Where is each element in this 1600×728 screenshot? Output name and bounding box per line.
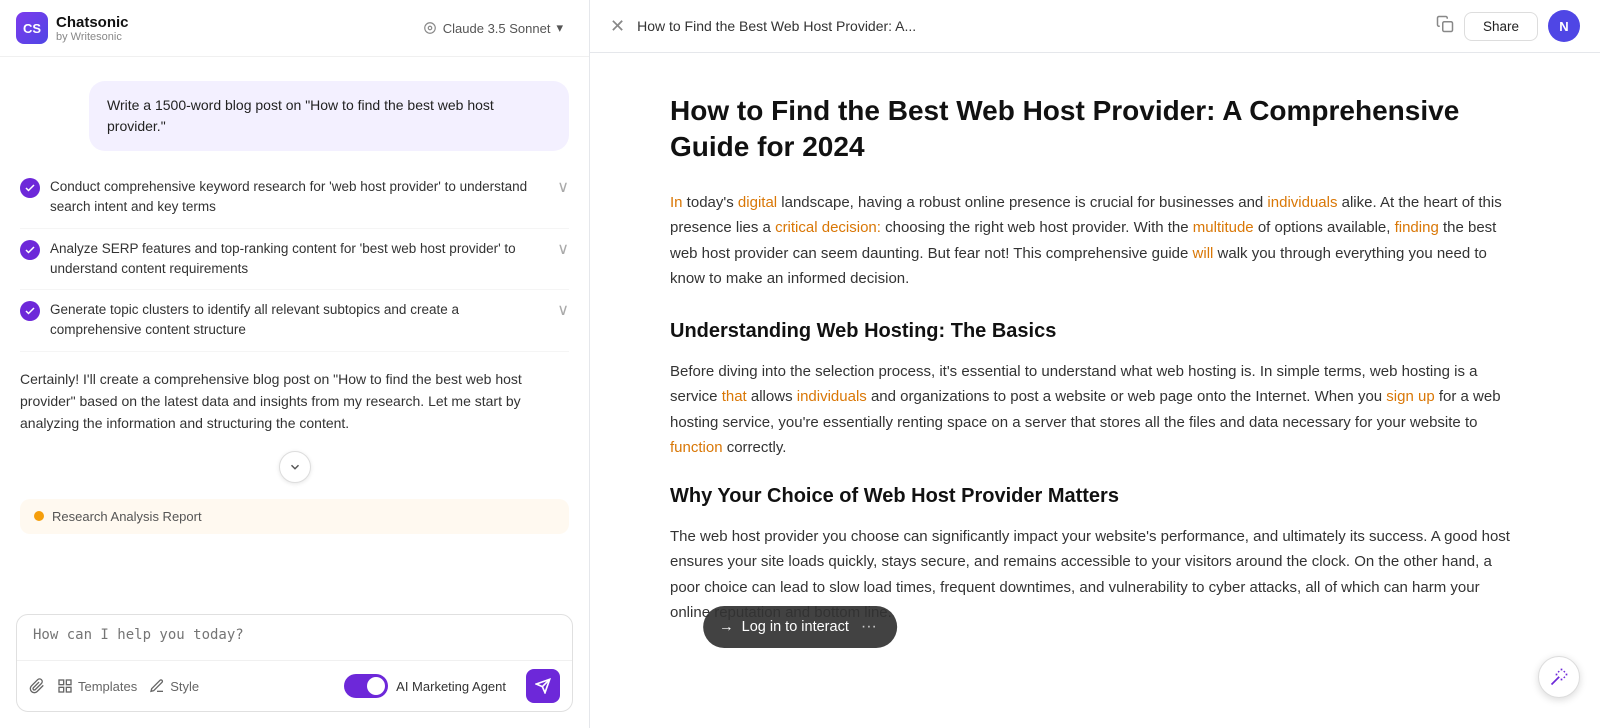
task-text-3: Generate topic clusters to identify all … <box>50 300 547 341</box>
input-actions: Templates Style AI Marketing Agent <box>17 660 572 711</box>
login-overlay: → Log in to interact ··· <box>703 606 897 648</box>
templates-icon <box>57 678 73 694</box>
doc-tab-title: How to Find the Best Web Host Provider: … <box>637 18 1424 34</box>
doc-actions: Share N <box>1436 10 1580 42</box>
chat-area: Write a 1500-word blog post on "How to f… <box>0 57 589 604</box>
login-button[interactable]: → Log in to interact <box>719 619 849 635</box>
task-check-1 <box>20 178 40 198</box>
model-name: Claude 3.5 Sonnet <box>443 21 551 36</box>
task-check-2 <box>20 240 40 260</box>
research-card-label: Research Analysis Report <box>52 509 202 524</box>
chat-input[interactable] <box>17 615 572 655</box>
brand-sub: by Writesonic <box>56 31 129 43</box>
more-dots: ··· <box>861 618 877 635</box>
ai-agent-toggle[interactable] <box>344 674 388 698</box>
check-icon-2 <box>24 244 36 256</box>
doc-close-button[interactable]: ✕ <box>610 16 625 37</box>
model-icon <box>423 21 437 35</box>
task-check-3 <box>20 301 40 321</box>
doc-header: ✕ How to Find the Best Web Host Provider… <box>590 0 1600 53</box>
brand-initials: CS <box>23 21 41 36</box>
ai-response-text: Certainly! I'll create a comprehensive b… <box>20 371 522 432</box>
doc-section1-h2: Understanding Web Hosting: The Basics <box>670 320 1520 343</box>
style-icon <box>149 678 165 694</box>
input-bar: Templates Style AI Marketing Agent <box>0 604 589 728</box>
share-label: Share <box>1483 19 1519 34</box>
toggle-label: AI Marketing Agent <box>396 679 506 694</box>
login-arrow: → <box>719 619 734 635</box>
toggle-wrap: AI Marketing Agent <box>344 674 506 698</box>
scroll-down-button[interactable] <box>279 451 311 483</box>
brand-name: Chatsonic <box>56 14 129 31</box>
task-item-3: Generate topic clusters to identify all … <box>20 290 569 352</box>
task-chevron-3[interactable]: ∨ <box>557 300 569 320</box>
model-chevron: ▾ <box>556 20 563 36</box>
model-selector[interactable]: Claude 3.5 Sonnet ▾ <box>413 15 573 41</box>
brand: CS Chatsonic by Writesonic <box>16 12 129 44</box>
share-button[interactable]: Share <box>1464 12 1538 41</box>
user-message-text: Write a 1500-word blog post on "How to f… <box>107 97 494 134</box>
login-more-button[interactable]: ··· <box>861 618 877 636</box>
check-icon-1 <box>24 182 36 194</box>
brand-text: Chatsonic by Writesonic <box>56 14 129 43</box>
attach-button[interactable] <box>29 678 45 694</box>
doc-intro: In today's digital landscape, having a r… <box>670 190 1520 292</box>
toggle-knob <box>367 677 385 695</box>
magic-wand-button[interactable] <box>1538 656 1580 698</box>
copy-icon <box>1436 15 1454 33</box>
task-text-2: Analyze SERP features and top-ranking co… <box>50 239 547 280</box>
task-item-1: Conduct comprehensive keyword research f… <box>20 167 569 229</box>
input-container: Templates Style AI Marketing Agent <box>16 614 573 712</box>
style-button[interactable]: Style <box>149 678 199 694</box>
task-chevron-1[interactable]: ∨ <box>557 177 569 197</box>
send-button[interactable] <box>526 669 560 703</box>
left-panel: CS Chatsonic by Writesonic Claude 3.5 So… <box>0 0 590 728</box>
doc-h1: How to Find the Best Web Host Provider: … <box>670 93 1520 166</box>
user-avatar: N <box>1548 10 1580 42</box>
research-dot <box>34 511 44 521</box>
ai-response: Certainly! I'll create a comprehensive b… <box>20 368 569 435</box>
research-card: Research Analysis Report <box>20 499 569 534</box>
check-icon-3 <box>24 305 36 317</box>
doc-section2-h2: Why Your Choice of Web Host Provider Mat… <box>670 485 1520 508</box>
user-initials: N <box>1559 19 1568 34</box>
templates-button[interactable]: Templates <box>57 678 137 694</box>
task-item-2: Analyze SERP features and top-ranking co… <box>20 229 569 291</box>
task-list: Conduct comprehensive keyword research f… <box>20 167 569 352</box>
top-bar: CS Chatsonic by Writesonic Claude 3.5 So… <box>0 0 589 57</box>
send-icon <box>535 678 551 694</box>
magic-wand-icon <box>1549 667 1569 687</box>
attach-icon <box>29 678 45 694</box>
brand-logo: CS <box>16 12 48 44</box>
task-text-1: Conduct comprehensive keyword research f… <box>50 177 547 218</box>
user-message-bubble: Write a 1500-word blog post on "How to f… <box>89 81 569 151</box>
arrow-down-icon <box>288 460 302 474</box>
login-label: Log in to interact <box>742 619 849 635</box>
doc-section1-body: Before diving into the selection process… <box>670 359 1520 461</box>
style-label: Style <box>170 679 199 694</box>
copy-button[interactable] <box>1436 15 1454 38</box>
templates-label: Templates <box>78 679 137 694</box>
task-chevron-2[interactable]: ∨ <box>557 239 569 259</box>
